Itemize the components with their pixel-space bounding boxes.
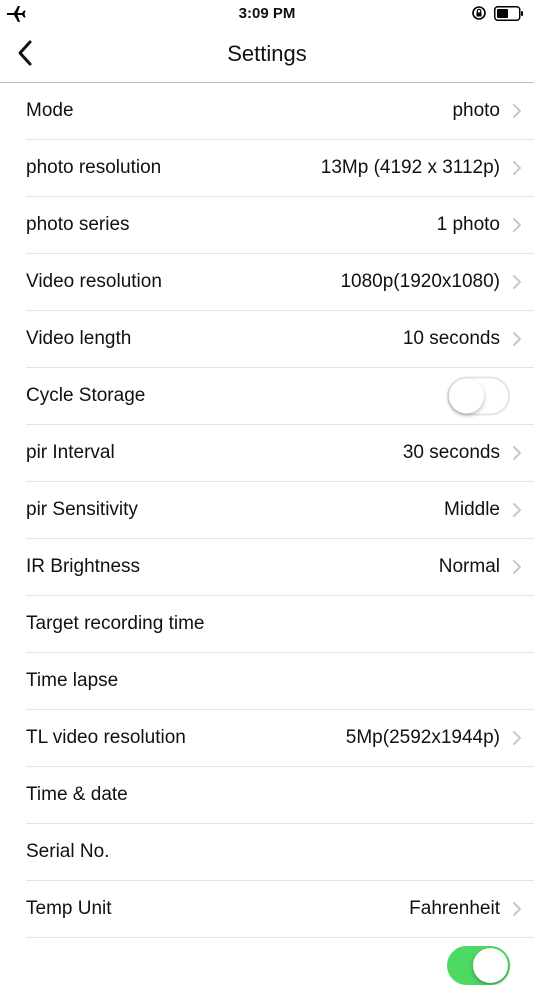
- chevron-right-icon: [513, 275, 521, 289]
- setting-value: 1080p(1920x1080): [340, 271, 500, 292]
- setting-value: 13Mp (4192 x 3112p): [320, 157, 500, 178]
- setting-value: 5Mp(2592x1944p): [345, 727, 500, 748]
- settings-row-time-lapse[interactable]: Time lapse: [26, 653, 534, 710]
- settings-row-video-resolution[interactable]: Video resolution 1080p(1920x1080): [26, 254, 534, 311]
- setting-label: Serial No.: [26, 841, 110, 862]
- setting-label: Cycle Storage: [26, 385, 146, 406]
- chevron-right-icon: [513, 332, 521, 346]
- setting-label: pir Sensitivity: [26, 499, 138, 520]
- chevron-right-icon: [513, 731, 521, 745]
- chevron-right-icon: [513, 161, 521, 175]
- battery-icon: [494, 6, 523, 21]
- setting-label: photo series: [26, 214, 130, 235]
- setting-value: Fahrenheit: [409, 898, 500, 919]
- chevron-right-icon: [513, 446, 521, 460]
- setting-label: Video length: [26, 328, 132, 349]
- setting-value: 30 seconds: [402, 442, 500, 463]
- settings-row-pir-sensitivity[interactable]: pir Sensitivity Middle: [26, 482, 534, 539]
- toggle-knob: [449, 378, 484, 414]
- settings-row-pir-interval[interactable]: pir Interval 30 seconds: [26, 425, 534, 482]
- setting-label: IR Brightness: [26, 556, 141, 577]
- navigation-bar: Settings: [0, 28, 534, 83]
- setting-label: Video resolution: [26, 271, 162, 292]
- chevron-right-icon: [513, 902, 521, 916]
- settings-row-ir-brightness[interactable]: IR Brightness Normal: [26, 539, 534, 596]
- setting-label: Time & date: [26, 784, 128, 805]
- setting-label: Time lapse: [26, 670, 119, 691]
- settings-list: Mode photo photo resolution 13Mp (4192 x 31…: [0, 83, 534, 985]
- toggle-knob: [473, 948, 508, 983]
- setting-value: Middle: [444, 499, 500, 520]
- settings-row-time-date[interactable]: Time & date: [26, 767, 534, 824]
- settings-row-mode[interactable]: Mode photo: [26, 83, 534, 140]
- page-title: Settings: [227, 41, 307, 66]
- settings-row-temp-unit[interactable]: Temp Unit Fahrenheit: [26, 881, 534, 938]
- settings-row-photo-resolution[interactable]: photo resolution 13Mp (4192 x 3112p): [26, 140, 534, 197]
- setting-value: 1 photo: [436, 214, 500, 235]
- setting-value: photo: [452, 100, 500, 121]
- setting-value: 10 seconds: [402, 328, 500, 349]
- setting-label: TL video resolution: [26, 727, 186, 748]
- settings-row-photo-series[interactable]: photo series 1 photo: [26, 197, 534, 254]
- status-time: 3:09 PM: [238, 5, 296, 22]
- chevron-right-icon: [513, 560, 521, 574]
- setting-label: pir Interval: [26, 442, 115, 463]
- settings-row-serial-no[interactable]: Serial No.: [26, 824, 534, 881]
- setting-label: Temp Unit: [26, 898, 112, 919]
- cycle-storage-toggle[interactable]: [447, 376, 510, 416]
- chevron-right-icon: [513, 503, 521, 517]
- status-bar: 3:09 PM: [0, 0, 534, 28]
- settings-row-video-length[interactable]: Video length 10 seconds: [26, 311, 534, 368]
- settings-row-setting[interactable]: [26, 938, 534, 985]
- settings-row-cycle-storage[interactable]: Cycle Storage: [26, 368, 534, 425]
- chevron-right-icon: [513, 218, 521, 232]
- settings-row-target-recording-time[interactable]: Target recording time: [26, 596, 534, 653]
- settings-row-tl-video-resolution[interactable]: TL video resolution 5Mp(2592x1944p): [26, 710, 534, 767]
- orientation-lock-icon: [472, 6, 486, 20]
- setting-toggle[interactable]: [447, 946, 510, 985]
- setting-label: photo resolution: [26, 157, 162, 178]
- setting-label: Target recording time: [26, 613, 205, 634]
- chevron-right-icon: [513, 104, 521, 118]
- setting-label: Mode: [26, 100, 74, 121]
- setting-value: Normal: [438, 556, 500, 577]
